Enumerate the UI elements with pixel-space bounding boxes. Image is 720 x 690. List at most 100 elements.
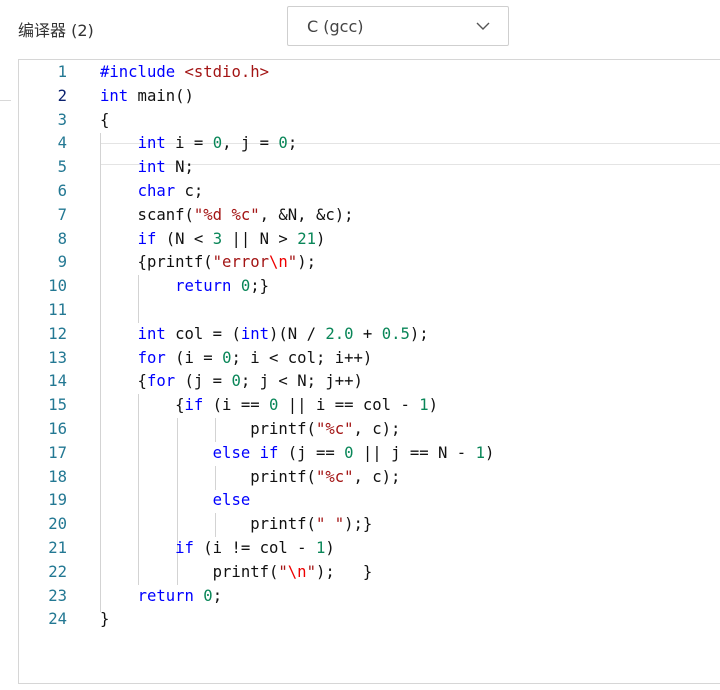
code-token: printf( (100, 419, 316, 438)
code-line[interactable]: 22 printf("\n"); } (19, 561, 720, 585)
code-text: return 0; (100, 585, 223, 609)
code-token: int (137, 134, 166, 153)
line-number: 21 (48, 538, 67, 557)
code-token: { (100, 396, 185, 415)
code-token: #include (100, 63, 185, 81)
code-text: int col = (int)(N / 2.0 + 0.5); (100, 323, 429, 347)
code-text: printf("%c", c); (100, 466, 400, 490)
code-line[interactable]: 6 char c; (19, 180, 720, 204)
code-token: { (100, 372, 147, 391)
code-line[interactable]: 3{ (19, 109, 720, 133)
code-line[interactable]: 14 {for (j = 0; j < N; j++) (19, 370, 720, 394)
code-token: 0 (240, 277, 251, 296)
code-line[interactable]: 7 scanf("%d %c", &N, &c); (19, 204, 720, 228)
line-number: 4 (57, 134, 67, 153)
code-token: || N > (222, 229, 298, 248)
line-number: 6 (57, 181, 67, 200)
code-token: 21 (297, 229, 316, 248)
code-line[interactable]: 20 printf(" ");} (19, 513, 720, 537)
code-token: int (137, 158, 166, 177)
line-number: 18 (48, 467, 67, 486)
code-line[interactable]: 17 else if (j == 0 || j == N - 1) (19, 442, 720, 466)
code-line[interactable]: 9 {printf("error\n"); (19, 251, 720, 275)
code-line[interactable]: 1 #include <stdio.h> (19, 61, 720, 85)
code-token: if (259, 443, 279, 462)
code-token: ); (409, 324, 429, 343)
code-text: printf(" ");} (100, 513, 372, 537)
code-token: <stdio.h> (184, 63, 270, 81)
code-token: );} (344, 515, 373, 534)
code-line[interactable]: 15 {if (i == 0 || i == col - 1) (19, 394, 720, 418)
code-token: + (353, 324, 382, 343)
code-text: {printf("error\n"); (100, 251, 316, 275)
code-token: i = (165, 134, 213, 153)
compiler-label: 编译器 (2) (18, 21, 94, 40)
code-token: int (240, 324, 270, 343)
code-line[interactable]: 2 int main() (19, 85, 720, 109)
code-text: } (100, 608, 109, 632)
code-token: 1 (419, 396, 429, 415)
compiler-select[interactable]: C (gcc) (287, 6, 509, 46)
code-token: return (137, 586, 194, 605)
code-editor[interactable]: 1 #include <stdio.h> 2 int main() 3{4 int i … (18, 59, 720, 684)
code-line[interactable]: 21 if (i != col - 1) (19, 537, 720, 561)
line-number: 1 (57, 63, 67, 81)
code-token: (i != col - (193, 538, 316, 557)
code-token: (i == (203, 396, 269, 415)
line-number: 15 (48, 396, 67, 415)
code-text: int i = 0, j = 0; (100, 132, 298, 156)
code-token: 2.0 (325, 324, 354, 343)
code-line[interactable]: 5 int N; (19, 156, 720, 180)
code-token: printf( (100, 515, 316, 534)
code-token: 0 (269, 396, 279, 415)
code-token: )(N / (269, 324, 326, 343)
code-token: , c); (353, 467, 401, 486)
code-token: \n (287, 562, 307, 581)
code-token: 0.5 (381, 324, 410, 343)
code-token: 1 (315, 538, 326, 557)
code-token: , c); (353, 419, 401, 438)
code-token: col = ( (165, 324, 241, 343)
code-line[interactable]: 18 printf("%c", c); (19, 466, 720, 490)
code-token: 0 (231, 372, 241, 391)
line-number: 2 (57, 86, 67, 105)
code-token: " " (315, 515, 345, 534)
line-number: 10 (48, 277, 67, 296)
code-token: 0 (203, 586, 213, 605)
line-number: 13 (48, 348, 67, 367)
code-line[interactable]: 12 int col = (int)(N / 2.0 + 0.5); (19, 323, 720, 347)
line-number: 17 (48, 443, 67, 462)
code-token: c; (175, 181, 204, 200)
code-line[interactable]: 11 (19, 299, 720, 323)
code-line[interactable]: 16 printf("%c", c); (19, 418, 720, 442)
code-text: scanf("%d %c", &N, &c); (100, 204, 354, 228)
code-token: char (137, 181, 176, 200)
code-token: printf( (100, 562, 279, 581)
chevron-down-icon (476, 22, 490, 30)
code-token: if (175, 538, 194, 557)
code-text: char c; (100, 180, 204, 204)
line-number: 7 (57, 205, 67, 224)
code-text: else if (j == 0 || j == N - 1) (100, 442, 495, 466)
code-token: 3 (212, 229, 223, 248)
code-text: printf("%c", c); (100, 418, 400, 442)
code-line[interactable]: 10 return 0;} (19, 275, 720, 299)
code-token: ) (484, 443, 495, 462)
code-line[interactable]: 24} (19, 608, 720, 632)
code-line[interactable]: 23 return 0; (19, 585, 720, 609)
code-token: "%c" (315, 419, 354, 438)
code-line[interactable]: 13 for (i = 0; i < col; i++) (19, 347, 720, 371)
code-text: return 0;} (100, 275, 269, 299)
code-token: ; i < col; i++) (231, 348, 373, 367)
code-line[interactable]: 4 int i = 0, j = 0; (19, 132, 720, 156)
code-line[interactable]: 19 else (19, 489, 720, 513)
code-line[interactable]: 8 if (N < 3 || N > 21) (19, 228, 720, 252)
code-text: else (100, 489, 251, 513)
code-text: int N; (100, 156, 194, 180)
line-number: 8 (57, 229, 67, 248)
